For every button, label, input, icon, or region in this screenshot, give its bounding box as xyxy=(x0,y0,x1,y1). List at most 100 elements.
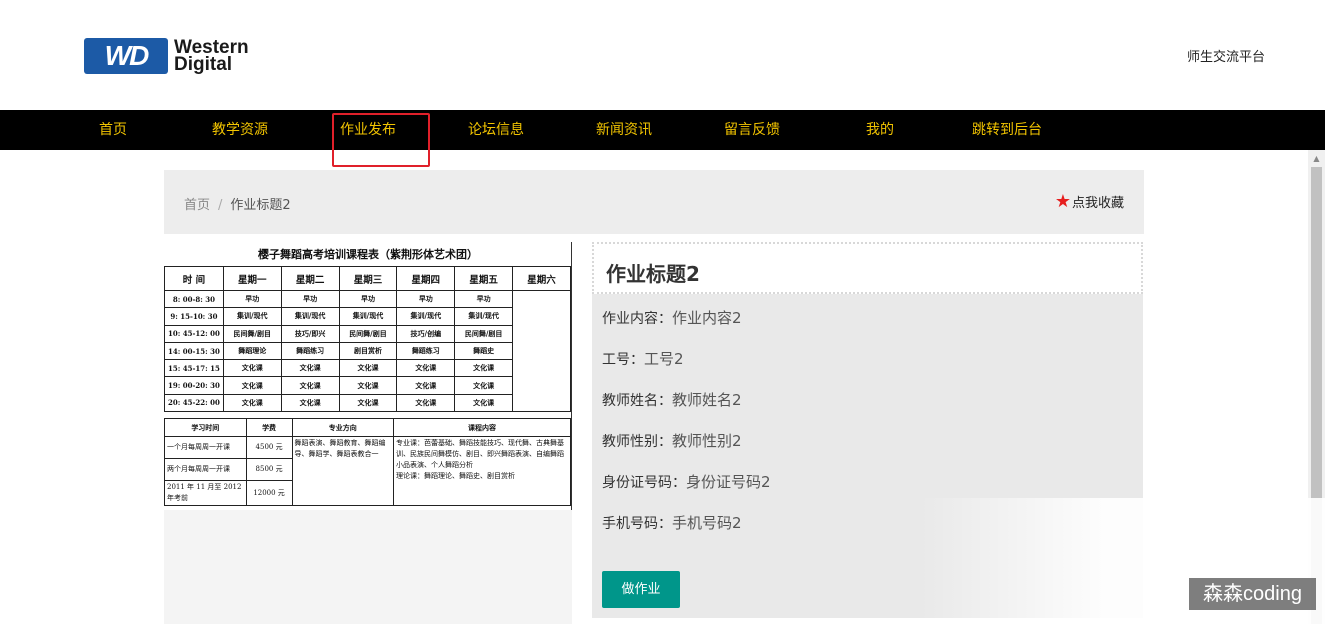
field-label: 教师姓名： xyxy=(602,393,672,409)
schedule-cell: 15: 45-17: 15 xyxy=(164,359,224,378)
schedule-cell: 文化课 xyxy=(396,393,456,413)
field-phone: 手机号码：手机号码2 xyxy=(602,512,742,533)
homework-detail-panel: 作业标题2 作业内容：作业内容2 工号：工号2 教师姓名：教师姓名2 教师性别：… xyxy=(592,242,1143,618)
breadcrumb-current: 作业标题2 xyxy=(230,198,291,213)
content-theory: 理论课：舞蹈理论、舞蹈史、剧目赏析 xyxy=(395,472,515,480)
schedule-cell: 文化课 xyxy=(454,359,514,378)
schedule-cell: 早功 xyxy=(338,289,398,309)
brand-logo[interactable]: WD Western Digital xyxy=(84,38,249,74)
schedule-cell: 文化课 xyxy=(222,376,282,395)
schedule-cell: 文化课 xyxy=(280,359,340,378)
breadcrumb: 首页 / 作业标题2 xyxy=(184,194,291,213)
breadcrumb-home[interactable]: 首页 xyxy=(184,198,210,213)
schedule-cell: 文化课 xyxy=(222,359,282,378)
schedule-cell: 集训/现代 xyxy=(280,307,340,326)
nav-item-homework[interactable]: 作业发布 xyxy=(340,110,396,150)
fees-cell: 4500 元 xyxy=(245,436,293,459)
field-label: 作业内容： xyxy=(602,311,672,327)
nav-item-teaching-resources[interactable]: 教学资源 xyxy=(212,110,268,150)
schedule-cell: 早功 xyxy=(222,289,282,309)
page-scrollbar[interactable]: ▲ xyxy=(1308,150,1325,624)
nav-item-home[interactable]: 首页 xyxy=(99,110,127,150)
nav-item-news[interactable]: 新闻资讯 xyxy=(596,110,652,150)
schedule-cell: 集训/现代 xyxy=(222,307,282,326)
schedule-cell: 集训/现代 xyxy=(454,307,514,326)
schedule-cell: 舞蹈练习 xyxy=(280,341,340,361)
scroll-thumb[interactable] xyxy=(1311,167,1322,624)
field-content: 作业内容：作业内容2 xyxy=(602,307,742,328)
nav-item-admin[interactable]: 跳转到后台 xyxy=(972,110,1042,150)
fees-header: 专业方向 xyxy=(291,418,394,437)
fees-table: 学习时间 学费 专业方向 课程内容 一个月每周周一开课 4500 元 舞蹈表演、… xyxy=(164,418,572,506)
field-label: 手机号码： xyxy=(602,516,672,532)
schedule-header: 星期三 xyxy=(338,266,398,291)
schedule-cell: 舞蹈练习 xyxy=(396,341,456,361)
brand-name-line2: Digital xyxy=(174,54,233,75)
schedule-cell: 文化课 xyxy=(454,376,514,395)
site-header: WD Western Digital 师生交流平台 xyxy=(0,0,1325,110)
schedule-header: 星期四 xyxy=(396,266,456,291)
schedule-cell: 剧目赏析 xyxy=(338,341,398,361)
favorite-label: 点我收藏 xyxy=(1071,196,1124,211)
schedule-cell: 集训/现代 xyxy=(338,307,398,326)
field-label: 教师性别： xyxy=(602,434,672,450)
detail-title: 作业标题2 xyxy=(606,262,700,286)
schedule-cell: 民间舞/剧目 xyxy=(338,324,398,343)
schedule-cell: 民间舞/剧目 xyxy=(454,324,514,343)
schedule-cell: 文化课 xyxy=(280,393,340,413)
schedule-cell: 早功 xyxy=(396,289,456,309)
favorite-button[interactable]: ★ 点我收藏 xyxy=(1055,192,1124,211)
schedule-header: 星期五 xyxy=(454,266,514,291)
breadcrumb-separator: / xyxy=(218,198,223,213)
schedule-cell: 早功 xyxy=(454,289,514,309)
fees-header: 学费 xyxy=(245,418,293,437)
fees-cell: 一个月每周周一开课 xyxy=(164,436,247,459)
detail-title-box: 作业标题2 xyxy=(592,242,1143,294)
direction-cell: 舞蹈表演、舞蹈教育、舞蹈编导、舞蹈学、舞蹈表教合一 xyxy=(291,436,394,506)
schedule-cell: 14: 00-15: 30 xyxy=(164,341,224,361)
wd-badge-icon: WD xyxy=(84,38,168,74)
schedule-cell: 文化课 xyxy=(222,393,282,413)
star-icon: ★ xyxy=(1054,190,1071,212)
fees-cell: 两个月每周周一开课 xyxy=(164,458,247,481)
schedule-image: 樱子舞蹈高考培训课程表（紫荆形体艺术团） 时 间 星期一 星期二 星期三 星期四… xyxy=(164,242,572,510)
field-employee-id: 工号：工号2 xyxy=(602,348,684,369)
nav-item-feedback[interactable]: 留言反馈 xyxy=(724,110,780,150)
content-cell: 专业课：芭蕾基础、舞蹈技能技巧、现代舞、古典舞基训、民族民间舞模仿、剧目、即兴舞… xyxy=(392,436,572,506)
schedule-table: 时 间 星期一 星期二 星期三 星期四 星期五 星期六 8: 00-8: 30 … xyxy=(164,266,571,413)
platform-name: 师生交流平台 xyxy=(1186,50,1265,65)
schedule-cell: 9: 15-10: 30 xyxy=(164,307,224,326)
schedule-header: 时 间 xyxy=(164,266,224,291)
field-value: 作业内容2 xyxy=(672,309,742,327)
schedule-cell: 舞蹈史 xyxy=(454,341,514,361)
nav-item-mine[interactable]: 我的 xyxy=(866,110,894,150)
field-label: 身份证号码： xyxy=(602,475,686,491)
schedule-cell: 技巧/创编 xyxy=(396,324,456,343)
schedule-cell: 文化课 xyxy=(338,359,398,378)
breadcrumb-bar: 首页 / 作业标题2 ★ 点我收藏 xyxy=(164,170,1144,234)
schedule-cell: 文化课 xyxy=(280,376,340,395)
schedule-cell: 10: 45-12: 00 xyxy=(164,324,224,343)
nav-item-forum[interactable]: 论坛信息 xyxy=(468,110,524,150)
fees-cell: 12000 元 xyxy=(245,480,293,506)
do-homework-button[interactable]: 做作业 xyxy=(602,571,680,608)
schedule-cell: 早功 xyxy=(280,289,340,309)
schedule-cell: 集训/现代 xyxy=(396,307,456,326)
schedule-cell: 文化课 xyxy=(338,393,398,413)
schedule-cell: 民间舞/剧目 xyxy=(222,324,282,343)
field-teacher-name: 教师姓名：教师姓名2 xyxy=(602,389,742,410)
schedule-cell: 19: 00-20: 30 xyxy=(164,376,224,395)
schedule-cell: 文化课 xyxy=(338,376,398,395)
fees-cell: 8500 元 xyxy=(245,458,293,481)
field-value: 工号2 xyxy=(644,350,684,368)
field-teacher-gender: 教师性别：教师性别2 xyxy=(602,430,742,451)
schedule-header: 星期六 xyxy=(512,266,571,291)
schedule-cell: 技巧/即兴 xyxy=(280,324,340,343)
main-nav: 首页 教学资源 作业发布 论坛信息 新闻资讯 留言反馈 我的 跳转到后台 xyxy=(0,110,1325,150)
scroll-up-arrow-icon[interactable]: ▲ xyxy=(1308,150,1325,167)
homework-image-panel: 樱子舞蹈高考培训课程表（紫荆形体艺术团） 时 间 星期一 星期二 星期三 星期四… xyxy=(164,242,572,624)
schedule-cell: 文化课 xyxy=(454,393,514,413)
schedule-header: 星期二 xyxy=(280,266,340,291)
field-value: 教师性别2 xyxy=(672,432,742,450)
schedule-header: 星期一 xyxy=(222,266,282,291)
